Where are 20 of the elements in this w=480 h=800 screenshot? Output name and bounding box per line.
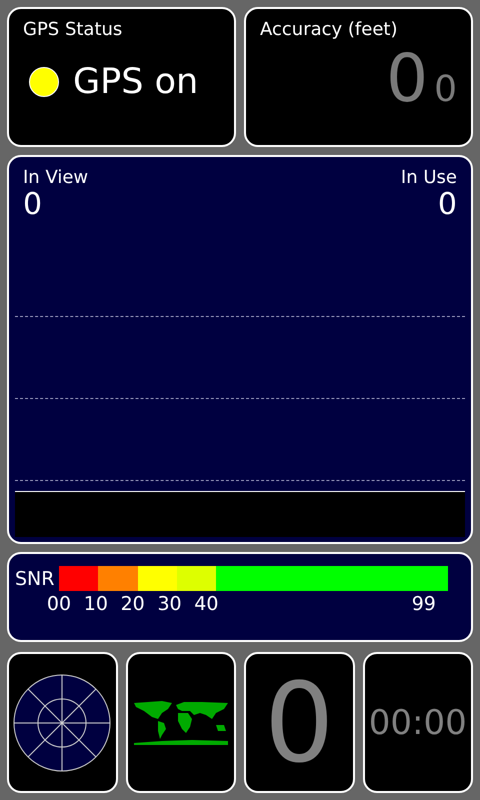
snr-tick-label: 20 — [120, 593, 145, 615]
snr-label: SNR — [15, 568, 56, 590]
snr-tick-label: 10 — [84, 593, 108, 615]
in-use-label: In Use — [400, 167, 457, 188]
in-use-count: 0 — [438, 188, 457, 221]
sky-plot-button[interactable] — [7, 652, 118, 793]
panel-title: GPS Status — [23, 19, 122, 40]
accuracy-secondary-value: 0 — [434, 69, 457, 110]
time-display: 00:00 — [368, 702, 467, 742]
status-text: GPS on — [73, 62, 198, 102]
snr-tick-label: 40 — [194, 593, 218, 615]
in-view-label: In View — [23, 167, 88, 188]
panel-title: Accuracy (feet) — [260, 19, 398, 40]
snr-tick-label: 99 — [412, 593, 436, 615]
in-view-count: 0 — [23, 188, 44, 221]
satellite-count: 0 — [264, 668, 334, 778]
world-map-button[interactable] — [126, 652, 236, 793]
snr-tick-label: 30 — [157, 593, 182, 615]
accuracy-value: 0 — [386, 46, 428, 112]
snr-tick-label: 00 — [46, 593, 72, 615]
